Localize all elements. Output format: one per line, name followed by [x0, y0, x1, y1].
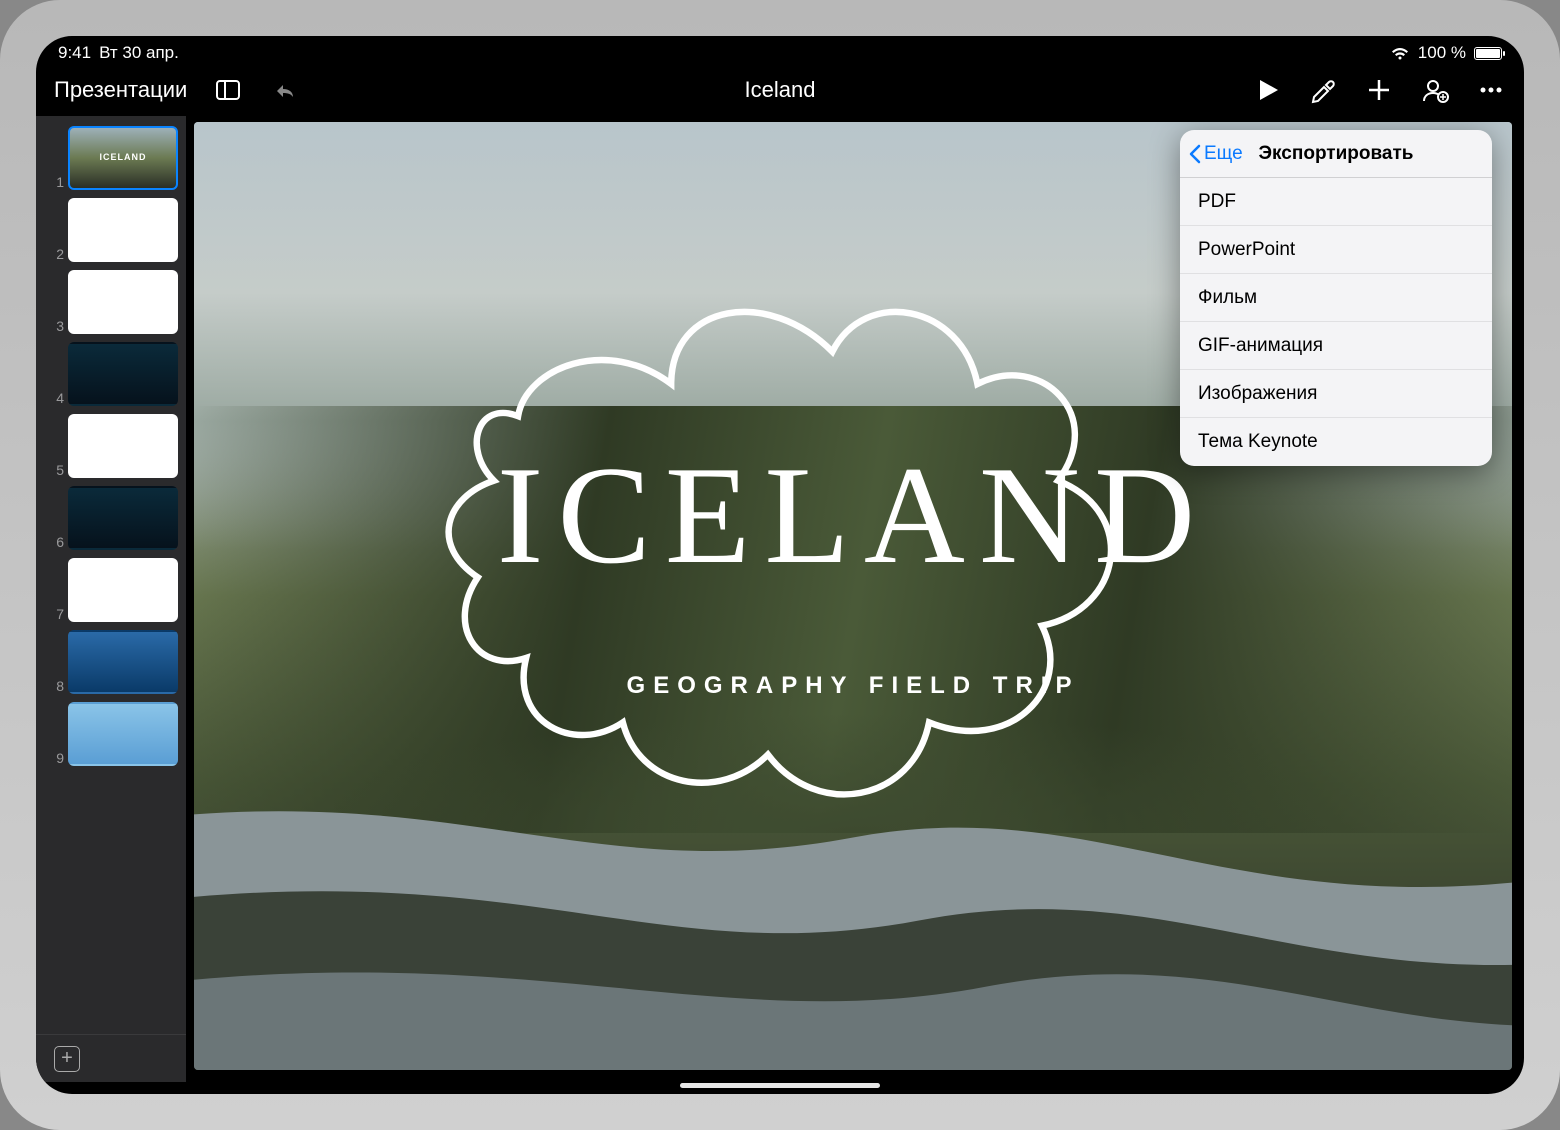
slide-subtitle-text[interactable]: GEOGRAPHY FIELD TRIP — [194, 672, 1512, 700]
slide-preview — [68, 270, 178, 334]
popover-header: Еще Экспортировать — [1180, 130, 1492, 178]
format-brush-icon[interactable] — [1308, 75, 1338, 105]
slide-preview — [68, 630, 178, 694]
slide-thumbnail[interactable]: 6 — [36, 482, 186, 554]
slide-preview — [68, 702, 178, 766]
slide-preview — [68, 486, 178, 550]
play-icon[interactable] — [1252, 75, 1282, 105]
export-option[interactable]: PowerPoint — [1180, 226, 1492, 274]
slide-navigator: 1 ICELAND 2 3 4 5 6 7 8 9 + — [36, 116, 186, 1082]
undo-icon[interactable] — [269, 75, 299, 105]
slide-number: 5 — [50, 462, 64, 478]
add-icon[interactable] — [1364, 75, 1394, 105]
slide-number: 3 — [50, 318, 64, 334]
slide-thumbnail[interactable]: 5 — [36, 410, 186, 482]
slide-thumbnail[interactable]: 9 — [36, 698, 186, 770]
export-option[interactable]: Фильм — [1180, 274, 1492, 322]
slide-thumbnail[interactable]: 2 — [36, 194, 186, 266]
view-options-icon[interactable] — [213, 75, 243, 105]
wifi-icon — [1390, 46, 1410, 60]
slide-thumbnail[interactable]: 8 — [36, 626, 186, 698]
slide-number: 4 — [50, 390, 64, 406]
screen: 9:41 Вт 30 апр. 100 % Презентации — [36, 36, 1524, 1094]
slide-number: 9 — [50, 750, 64, 766]
slide-number: 7 — [50, 606, 64, 622]
status-time: 9:41 — [58, 43, 91, 63]
slide-thumbnail[interactable]: 4 — [36, 338, 186, 410]
slide-preview: ICELAND — [68, 126, 178, 190]
export-option[interactable]: GIF-анимация — [1180, 322, 1492, 370]
documents-button[interactable]: Презентации — [54, 77, 187, 103]
export-options-list: PDFPowerPointФильмGIF-анимацияИзображени… — [1180, 178, 1492, 466]
battery-icon — [1474, 47, 1502, 60]
home-indicator[interactable] — [680, 1083, 880, 1088]
popover-back-label: Еще — [1204, 143, 1243, 165]
slide-number: 6 — [50, 534, 64, 550]
slide-preview — [68, 558, 178, 622]
export-option[interactable]: Изображения — [1180, 370, 1492, 418]
slide-thumbnail[interactable]: 3 — [36, 266, 186, 338]
thumb-label: ICELAND — [70, 152, 176, 162]
slide-number: 1 — [50, 174, 64, 190]
add-slide-button[interactable]: + — [36, 1034, 186, 1082]
slide-thumbnail[interactable]: 1 ICELAND — [36, 122, 186, 194]
battery-percent: 100 % — [1418, 43, 1466, 63]
ipad-frame: 9:41 Вт 30 апр. 100 % Презентации — [0, 0, 1560, 1130]
slide-list[interactable]: 1 ICELAND 2 3 4 5 6 7 8 9 — [36, 122, 186, 1034]
slide-preview — [68, 342, 178, 406]
slide-number: 2 — [50, 246, 64, 262]
slide-preview — [68, 414, 178, 478]
status-bar: 9:41 Вт 30 апр. 100 % — [36, 36, 1524, 64]
export-option[interactable]: Тема Keynote — [1180, 418, 1492, 466]
more-icon[interactable] — [1476, 75, 1506, 105]
collaborate-icon[interactable] — [1420, 75, 1450, 105]
popover-back-button[interactable]: Еще — [1188, 143, 1243, 165]
slide-preview — [68, 198, 178, 262]
export-option[interactable]: PDF — [1180, 178, 1492, 226]
app-toolbar: Презентации Iceland — [36, 64, 1524, 116]
slide-number: 8 — [50, 678, 64, 694]
status-date: Вт 30 апр. — [99, 43, 179, 63]
export-popover: Еще Экспортировать PDFPowerPointФильмGIF… — [1180, 130, 1492, 466]
slide-thumbnail[interactable]: 7 — [36, 554, 186, 626]
plus-icon: + — [54, 1046, 80, 1072]
